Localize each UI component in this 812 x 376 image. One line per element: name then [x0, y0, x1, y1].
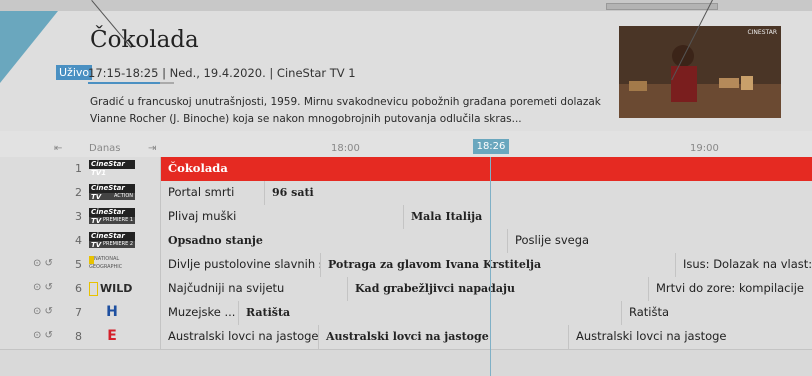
channel-number: 3: [75, 210, 82, 223]
channel-row[interactable]: 3 CineStar TV PREMIERE 1 Plivaj muški Mal…: [0, 205, 812, 230]
program-cell[interactable]: Mala Italija: [403, 205, 812, 229]
program-progress-bar: [88, 82, 160, 84]
channel-row[interactable]: ⊙ ↺ 8 E Australski lovci na jastoge Aust…: [0, 325, 812, 350]
channel-row[interactable]: ⊙ ↺ 7 H Muzejske ... Ratišta Ratišta: [0, 301, 812, 326]
program-cell[interactable]: 96 sati: [264, 181, 812, 205]
time-mark-18-00: 18:00: [331, 143, 360, 154]
channel-logo: CineStar TV1: [89, 160, 135, 177]
record-replay-icons[interactable]: ⊙ ↺: [33, 306, 53, 317]
channel-number: 2: [75, 186, 82, 199]
thumbnail-image: [619, 26, 781, 118]
program-description: Gradić u francuskoj unutrašnjosti, 1959.…: [90, 96, 601, 125]
program-cell[interactable]: Opsadno stanje: [160, 229, 507, 253]
program-cell[interactable]: Potraga za glavom Ivana Krstitelja: [320, 253, 675, 277]
program-cell[interactable]: Divlje pustolovine slavnih s... ⊙: [160, 253, 320, 277]
channel-logo: CineStar TV ACTION: [89, 184, 135, 201]
channel-row[interactable]: 4 CineStar TV PREMIERE 2 Opsadno stanje P…: [0, 229, 812, 254]
channel-number: 7: [75, 306, 82, 319]
program-progress-remaining: [160, 82, 174, 84]
channel-logo: NATIONAL GEOGRAPHIC: [89, 256, 123, 270]
channel-logo: H: [106, 304, 118, 320]
day-label[interactable]: Danas: [89, 143, 121, 154]
program-info-panel: Čokolada Uživo 17:15-18:25 | Ned., 19.4.…: [0, 11, 812, 131]
top-strip: [0, 0, 812, 11]
channel-logo: E: [107, 328, 117, 344]
top-bar: [606, 3, 718, 10]
program-cell[interactable]: Australski lovci na jastoge: [568, 325, 812, 349]
corner-accent: [0, 11, 58, 83]
channel-row[interactable]: ⊙ ↺ 5 NATIONAL GEOGRAPHIC Divlje pustolo…: [0, 253, 812, 278]
record-replay-icons[interactable]: ⊙ ↺: [33, 330, 53, 341]
thumbnail-channel-logo: CINESTAR: [747, 29, 777, 36]
program-cell[interactable]: Isus: Dolazak na vlast: I: [675, 253, 812, 277]
program-cell[interactable]: Portal smrti: [160, 181, 264, 205]
time-mark-19-00: 19:00: [690, 143, 719, 154]
record-replay-icons[interactable]: ⊙ ↺: [33, 258, 53, 269]
program-thumbnail[interactable]: CINESTAR: [619, 26, 781, 118]
program-cell[interactable]: Muzejske ...: [160, 301, 238, 325]
channel-number: 5: [75, 258, 82, 271]
timeline-header: ⇤ Danas ⇥ 18:00 18:26 19:00: [0, 131, 812, 157]
program-cell[interactable]: Poslije svega: [507, 229, 812, 253]
next-arrow-icon[interactable]: ⇥: [148, 143, 156, 154]
record-replay-icons[interactable]: ⊙ ↺: [33, 282, 53, 293]
channel-logo: CineStar TV PREMIERE 2: [89, 232, 135, 249]
program-cell[interactable]: Mrtvi do zore: kompilacije: [648, 277, 812, 301]
current-time-badge: 18:26: [473, 139, 509, 154]
program-time-info: 17:15-18:25 | Ned., 19.4.2020. | CineSta…: [88, 66, 356, 80]
program-cell[interactable]: Čokolada: [160, 157, 812, 181]
program-cell[interactable]: Plivaj muški: [160, 205, 403, 229]
channel-number: 4: [75, 234, 82, 247]
channel-number: 6: [75, 282, 82, 295]
channel-number: 8: [75, 330, 82, 343]
program-cell[interactable]: Najčudniji na svijetu: [160, 277, 347, 301]
channel-number: 1: [75, 162, 82, 175]
program-cell[interactable]: Kad grabežljivci napadaju: [347, 277, 648, 301]
channel-row[interactable]: 2 CineStar TV ACTION Portal smrti 96 sati: [0, 181, 812, 206]
current-time-line: [490, 157, 491, 376]
program-cell[interactable]: Australski lovci na jastoge: [160, 325, 318, 349]
program-cell[interactable]: Ratišta: [238, 301, 621, 325]
program-title: Čokolada: [90, 27, 199, 53]
prev-arrow-icon[interactable]: ⇤: [54, 143, 62, 154]
channel-logo: WILD: [89, 280, 135, 297]
live-badge: Uživo: [56, 65, 93, 80]
channel-row[interactable]: 1 CineStar TV1 Čokolada: [0, 157, 812, 182]
program-cell[interactable]: Australski lovci na jastoge: [318, 325, 568, 349]
channel-logo: CineStar TV PREMIERE 1: [89, 208, 135, 225]
program-cell[interactable]: Ratišta: [621, 301, 812, 325]
channel-row[interactable]: ⊙ ↺ 6 WILD Najčudniji na svijetu Kad gra…: [0, 277, 812, 302]
